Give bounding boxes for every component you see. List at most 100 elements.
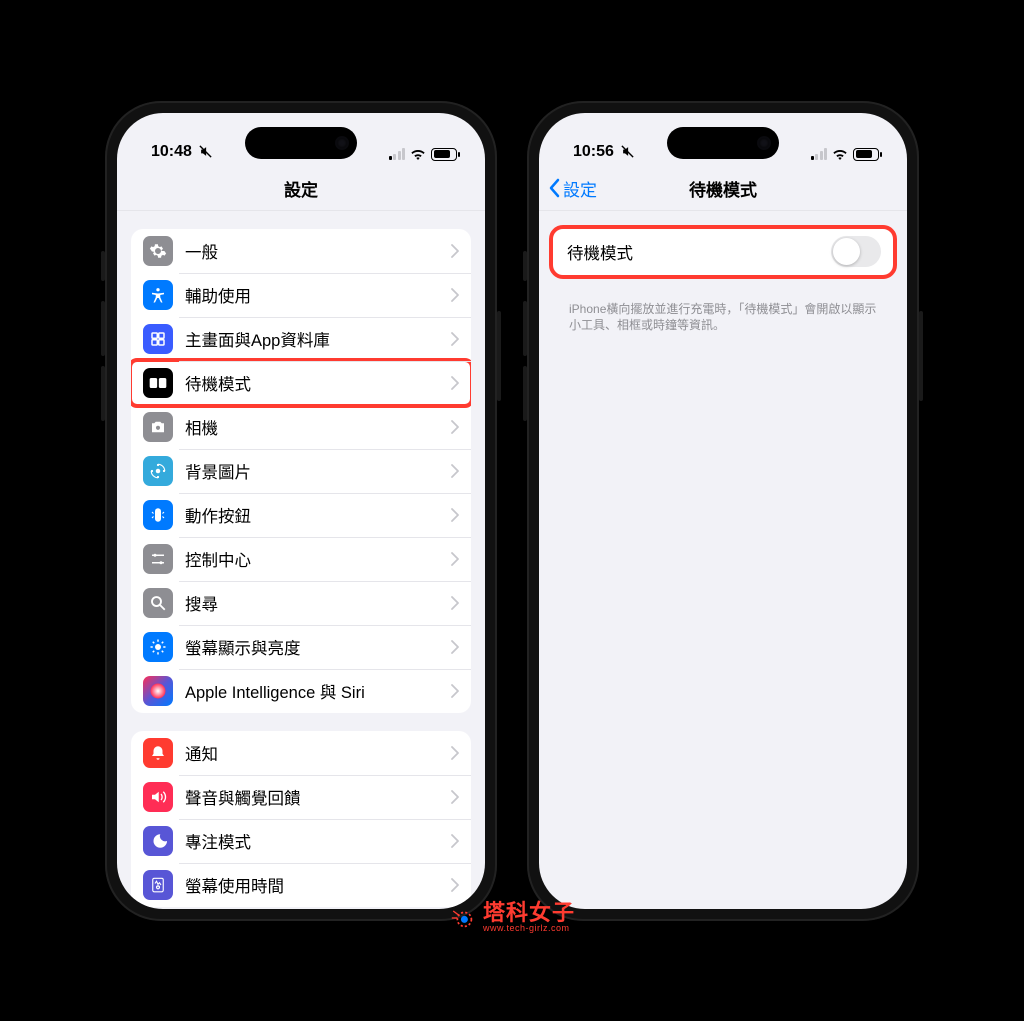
signal-icon [389, 148, 406, 160]
row-label: 螢幕顯示與亮度 [185, 635, 451, 659]
settings-row-accessibility[interactable]: 輔助使用 [131, 273, 471, 317]
settings-row-notif[interactable]: 通知 [131, 731, 471, 775]
toggle-label: 待機模式 [565, 240, 831, 264]
row-label: 搜尋 [185, 591, 451, 615]
settings-row-action[interactable]: 動作按鈕 [131, 493, 471, 537]
settings-row-focus[interactable]: 專注模式 [131, 819, 471, 863]
row-label: 通知 [185, 741, 451, 765]
settings-row-search[interactable]: 搜尋 [131, 581, 471, 625]
settings-row-sound[interactable]: 聲音與觸覺回饋 [131, 775, 471, 819]
chevron-right-icon [451, 552, 459, 566]
back-button[interactable]: 設定 [547, 176, 597, 201]
power-button [919, 311, 923, 401]
settings-row-general[interactable]: 一般 [131, 229, 471, 273]
row-label: 背景圖片 [185, 459, 451, 483]
chevron-right-icon [451, 288, 459, 302]
nav-title: 待機模式 [689, 176, 757, 201]
status-time: 10:56 [573, 143, 614, 161]
volume-up-button [523, 251, 527, 281]
standby-icon [143, 368, 173, 398]
control-icon [143, 544, 173, 574]
settings-row-display[interactable]: 螢幕顯示與亮度 [131, 625, 471, 669]
settings-row-wallpaper[interactable]: 背景圖片 [131, 449, 471, 493]
row-label: 控制中心 [185, 547, 451, 571]
dynamic-island [667, 127, 779, 159]
mute-icon [620, 144, 635, 159]
chevron-right-icon [451, 834, 459, 848]
mute-icon [198, 144, 213, 159]
battery-icon [853, 148, 879, 161]
volume-down-button [523, 301, 527, 356]
sound-icon [143, 782, 173, 812]
chevron-right-icon [451, 376, 459, 390]
search-icon [143, 588, 173, 618]
battery-icon [431, 148, 457, 161]
settings-row-home[interactable]: 主畫面與App資料庫 [131, 317, 471, 361]
settings-row-screentime[interactable]: 螢幕使用時間 [131, 863, 471, 907]
action-button-physical [523, 366, 527, 421]
settings-row-standby[interactable]: 待機模式 [131, 361, 471, 405]
chevron-right-icon [451, 464, 459, 478]
settings-list[interactable]: 一般輔助使用主畫面與App資料庫待機模式相機背景圖片動作按鈕控制中心搜尋螢幕顯示… [117, 211, 485, 909]
wifi-icon [410, 148, 426, 160]
standby-footer-text: iPhone橫向擺放並進行充電時，「待機模式」會開啟以顯示小工具、相框或時鐘等資… [553, 293, 893, 335]
power-button [497, 311, 501, 401]
row-label: 螢幕使用時間 [185, 873, 451, 897]
row-label: Apple Intelligence 與 Siri [185, 679, 451, 703]
wifi-icon [832, 148, 848, 160]
nav-bar: 設定 [117, 167, 485, 211]
back-label: 設定 [563, 176, 597, 201]
display-icon [143, 632, 173, 662]
toggle-knob [833, 238, 860, 265]
focus-icon [143, 826, 173, 856]
status-time: 10:48 [151, 143, 192, 161]
general-icon [143, 236, 173, 266]
camera-icon [143, 412, 173, 442]
chevron-right-icon [451, 640, 459, 654]
wallpaper-icon [143, 456, 173, 486]
phone-left: 10:48 設定 一般輔助使用主畫面與App資料庫待機模式相機背景圖片動作按鈕控 [105, 101, 497, 921]
chevron-right-icon [451, 332, 459, 346]
chevron-right-icon [451, 684, 459, 698]
chevron-right-icon [451, 596, 459, 610]
accessibility-icon [143, 280, 173, 310]
screen-right: 10:56 設定 待機模式 [539, 113, 907, 909]
row-label: 主畫面與App資料庫 [185, 327, 451, 351]
row-label: 輔助使用 [185, 283, 451, 307]
screentime-icon [143, 870, 173, 900]
standby-toggle-row[interactable]: 待機模式 [553, 229, 893, 275]
standby-toggle-group: 待機模式 [553, 229, 893, 275]
signal-icon [811, 148, 828, 160]
action-button-physical [101, 366, 105, 421]
row-label: 一般 [185, 239, 451, 263]
chevron-right-icon [451, 746, 459, 760]
chevron-right-icon [451, 790, 459, 804]
volume-down-button [101, 301, 105, 356]
watermark-sub: www.tech-girlz.com [483, 924, 570, 933]
action-icon [143, 500, 173, 530]
chevron-right-icon [451, 420, 459, 434]
chevron-left-icon [547, 178, 561, 198]
phone-right: 10:56 設定 待機模式 [527, 101, 919, 921]
dynamic-island [245, 127, 357, 159]
chevron-right-icon [451, 878, 459, 892]
siri-icon [143, 676, 173, 706]
standby-settings: 待機模式 iPhone橫向擺放並進行充電時，「待機模式」會開啟以顯示小工具、相框… [539, 211, 907, 909]
settings-row-camera[interactable]: 相機 [131, 405, 471, 449]
settings-row-control[interactable]: 控制中心 [131, 537, 471, 581]
nav-bar: 設定 待機模式 [539, 167, 907, 211]
chevron-right-icon [451, 244, 459, 258]
row-label: 聲音與觸覺回饋 [185, 785, 451, 809]
standby-toggle-off[interactable] [831, 236, 881, 267]
screen-left: 10:48 設定 一般輔助使用主畫面與App資料庫待機模式相機背景圖片動作按鈕控 [117, 113, 485, 909]
notif-icon [143, 738, 173, 768]
chevron-right-icon [451, 508, 459, 522]
settings-row-siri[interactable]: Apple Intelligence 與 Siri [131, 669, 471, 713]
settings-group-1: 一般輔助使用主畫面與App資料庫待機模式相機背景圖片動作按鈕控制中心搜尋螢幕顯示… [131, 229, 471, 713]
row-label: 專注模式 [185, 829, 451, 853]
row-label: 動作按鈕 [185, 503, 451, 527]
nav-title: 設定 [284, 176, 318, 201]
home-icon [143, 324, 173, 354]
row-label: 待機模式 [185, 371, 451, 395]
row-label: 相機 [185, 415, 451, 439]
